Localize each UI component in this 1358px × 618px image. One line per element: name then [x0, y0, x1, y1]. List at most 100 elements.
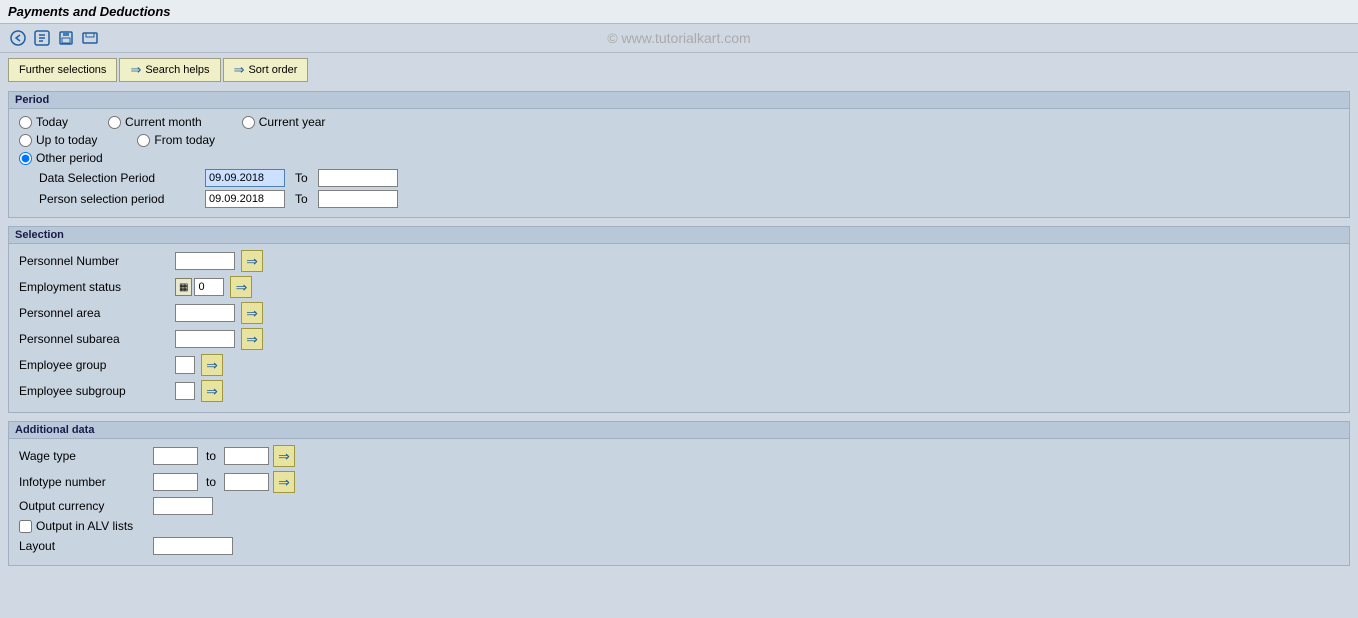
person-selection-to-label: To: [295, 192, 308, 206]
infotype-number-label: Infotype number: [19, 475, 149, 489]
radio-current-year[interactable]: [242, 116, 255, 129]
radio-current-month-label[interactable]: Current month: [108, 115, 202, 129]
personnel-number-arrow-btn[interactable]: ⇒: [241, 250, 263, 272]
employee-subgroup-input[interactable]: [175, 382, 195, 400]
wage-type-label: Wage type: [19, 449, 149, 463]
period-row-2: Up to today From today: [19, 133, 1339, 147]
sort-order-label: Sort order: [248, 64, 297, 76]
radio-current-year-label[interactable]: Current year: [242, 115, 326, 129]
watermark: © www.tutorialkart.com: [607, 30, 750, 46]
period-header: Period: [9, 92, 1349, 109]
additional-data-body: Wage type to ⇒ Infotype number to ⇒ Outp…: [9, 439, 1349, 565]
employment-status-arrow-btn[interactable]: ⇒: [230, 276, 252, 298]
infotype-number-row: Infotype number to ⇒: [19, 471, 1339, 493]
tab-further-selections[interactable]: Further selections: [8, 58, 117, 82]
data-selection-row: Data Selection Period To: [39, 169, 1339, 187]
main-content: Period Today Current month Current year: [0, 87, 1358, 578]
tab-bar: Further selections ⇒ Search helps ⇒ Sort…: [0, 53, 1358, 87]
tab-sort-order[interactable]: ⇒ Sort order: [223, 58, 309, 82]
personnel-subarea-label: Personnel subarea: [19, 332, 169, 346]
tab-search-helps[interactable]: ⇒ Search helps: [119, 58, 220, 82]
selection-body: Personnel Number ⇒ Employment status ▦ ⇒…: [9, 244, 1349, 412]
wage-type-from-input[interactable]: [153, 447, 198, 465]
forward-icon[interactable]: [32, 28, 52, 48]
further-selections-label: Further selections: [19, 64, 106, 76]
employee-subgroup-row: Employee subgroup ⇒: [19, 380, 1339, 402]
selection-header: Selection: [9, 227, 1349, 244]
infotype-number-to-input[interactable]: [224, 473, 269, 491]
layout-input[interactable]: [153, 537, 233, 555]
radio-other-period-label[interactable]: Other period: [19, 151, 103, 165]
search-helps-label: Search helps: [145, 64, 209, 76]
back-icon[interactable]: [8, 28, 28, 48]
radio-other-period[interactable]: [19, 152, 32, 165]
personnel-number-input[interactable]: [175, 252, 235, 270]
radio-from-today-label[interactable]: From today: [137, 133, 215, 147]
data-selection-to-label: To: [295, 171, 308, 185]
radio-current-month[interactable]: [108, 116, 121, 129]
additional-data-section: Additional data Wage type to ⇒ Infotype …: [8, 421, 1350, 566]
radio-current-month-text: Current month: [125, 115, 202, 129]
save-icon[interactable]: [56, 28, 76, 48]
wage-type-to-input[interactable]: [224, 447, 269, 465]
employment-status-input[interactable]: [194, 278, 224, 296]
data-selection-label: Data Selection Period: [39, 171, 199, 185]
layout-label: Layout: [19, 539, 149, 553]
output-alv-label: Output in ALV lists: [36, 519, 133, 533]
output-alv-row: Output in ALV lists: [19, 519, 1339, 533]
radio-today-label[interactable]: Today: [19, 115, 68, 129]
employment-status-label: Employment status: [19, 280, 169, 294]
personnel-subarea-arrow-btn[interactable]: ⇒: [241, 328, 263, 350]
period-body: Today Current month Current year Up to t…: [9, 109, 1349, 217]
output-alv-checkbox[interactable]: [19, 520, 32, 533]
employee-group-input[interactable]: [175, 356, 195, 374]
person-selection-from[interactable]: [205, 190, 285, 208]
person-selection-label: Person selection period: [39, 192, 199, 206]
search-helps-arrow-icon: ⇒: [130, 62, 141, 78]
radio-other-period-text: Other period: [36, 151, 103, 165]
period-row-1: Today Current month Current year: [19, 115, 1339, 129]
employee-group-arrow-btn[interactable]: ⇒: [201, 354, 223, 376]
employee-subgroup-label: Employee subgroup: [19, 384, 169, 398]
personnel-area-arrow-btn[interactable]: ⇒: [241, 302, 263, 324]
personnel-subarea-input[interactable]: [175, 330, 235, 348]
radio-current-year-text: Current year: [259, 115, 326, 129]
wage-type-arrow-btn[interactable]: ⇒: [273, 445, 295, 467]
radio-from-today-text: From today: [154, 133, 215, 147]
personnel-number-row: Personnel Number ⇒: [19, 250, 1339, 272]
selection-section: Selection Personnel Number ⇒ Employment …: [8, 226, 1350, 413]
wage-type-to-label: to: [206, 449, 216, 463]
sort-order-arrow-icon: ⇒: [234, 62, 245, 78]
employee-group-row: Employee group ⇒: [19, 354, 1339, 376]
title-bar: Payments and Deductions: [0, 0, 1358, 24]
employee-subgroup-arrow-btn[interactable]: ⇒: [201, 380, 223, 402]
employment-status-toggle-btn[interactable]: ▦: [175, 278, 192, 296]
period-row-3: Other period: [19, 151, 1339, 165]
infotype-number-arrow-btn[interactable]: ⇒: [273, 471, 295, 493]
data-selection-from[interactable]: [205, 169, 285, 187]
employment-status-row: Employment status ▦ ⇒: [19, 276, 1339, 298]
personnel-area-row: Personnel area ⇒: [19, 302, 1339, 324]
toolbar: © www.tutorialkart.com: [0, 24, 1358, 53]
radio-up-to-today[interactable]: [19, 134, 32, 147]
radio-today[interactable]: [19, 116, 32, 129]
radio-today-text: Today: [36, 115, 68, 129]
radio-from-today[interactable]: [137, 134, 150, 147]
additional-data-header: Additional data: [9, 422, 1349, 439]
data-selection-to[interactable]: [318, 169, 398, 187]
infotype-number-from-input[interactable]: [153, 473, 198, 491]
layout-row: Layout: [19, 537, 1339, 555]
radio-up-to-today-text: Up to today: [36, 133, 97, 147]
output-currency-input[interactable]: [153, 497, 213, 515]
radio-up-to-today-label[interactable]: Up to today: [19, 133, 97, 147]
person-selection-row: Person selection period To: [39, 190, 1339, 208]
personnel-area-label: Personnel area: [19, 306, 169, 320]
employee-group-label: Employee group: [19, 358, 169, 372]
output-currency-row: Output currency: [19, 497, 1339, 515]
employment-status-wrapper: ▦: [175, 278, 224, 296]
person-selection-to[interactable]: [318, 190, 398, 208]
infotype-number-to-label: to: [206, 475, 216, 489]
personnel-area-input[interactable]: [175, 304, 235, 322]
page-title: Payments and Deductions: [8, 4, 171, 19]
local-save-icon[interactable]: [80, 28, 100, 48]
